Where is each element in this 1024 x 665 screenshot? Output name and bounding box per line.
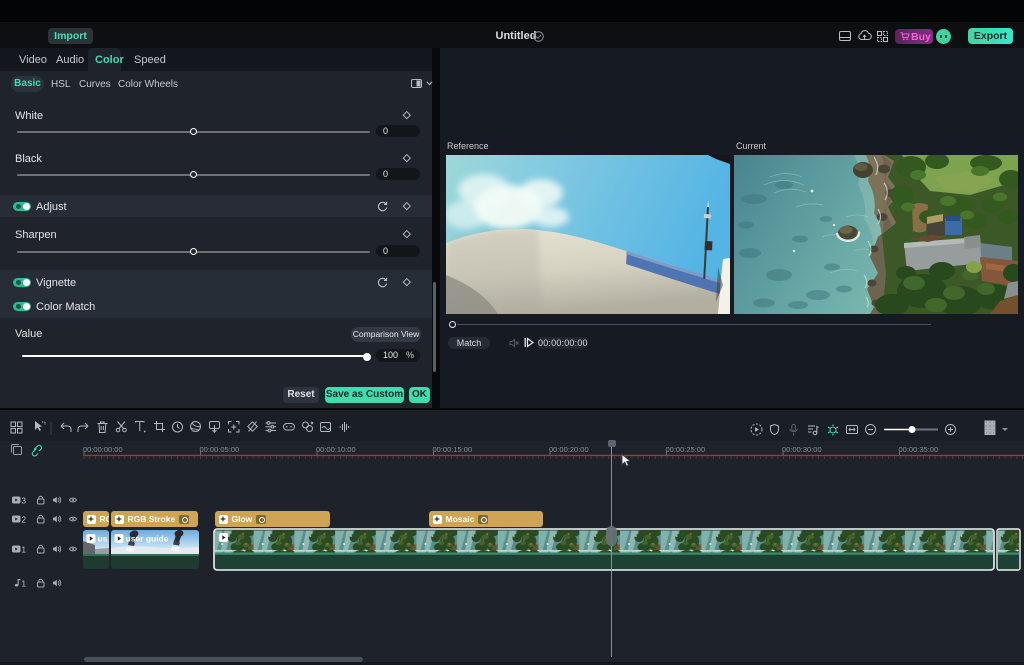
svg-text:us: us (98, 533, 108, 543)
svg-text:00:00:10:00: 00:00:10:00 (316, 445, 356, 454)
svg-text:2: 2 (22, 516, 27, 525)
svg-text:user guide: user guide (126, 533, 169, 543)
svg-text:00:00:15:00: 00:00:15:00 (433, 445, 473, 454)
svg-text:1: 1 (22, 546, 27, 555)
svg-text:00:00:25:00: 00:00:25:00 (666, 445, 706, 454)
svg-text:00:00:30:00: 00:00:30:00 (782, 445, 822, 454)
svg-text:00:00:05:00: 00:00:05:00 (200, 445, 240, 454)
svg-text:00:00:00:00: 00:00:00:00 (83, 445, 123, 454)
svg-text:00:00:20:00: 00:00:20:00 (549, 445, 589, 454)
svg-text:1: 1 (22, 580, 27, 589)
svg-text:3: 3 (22, 497, 27, 506)
svg-text:00:00:35:00: 00:00:35:00 (899, 445, 939, 454)
